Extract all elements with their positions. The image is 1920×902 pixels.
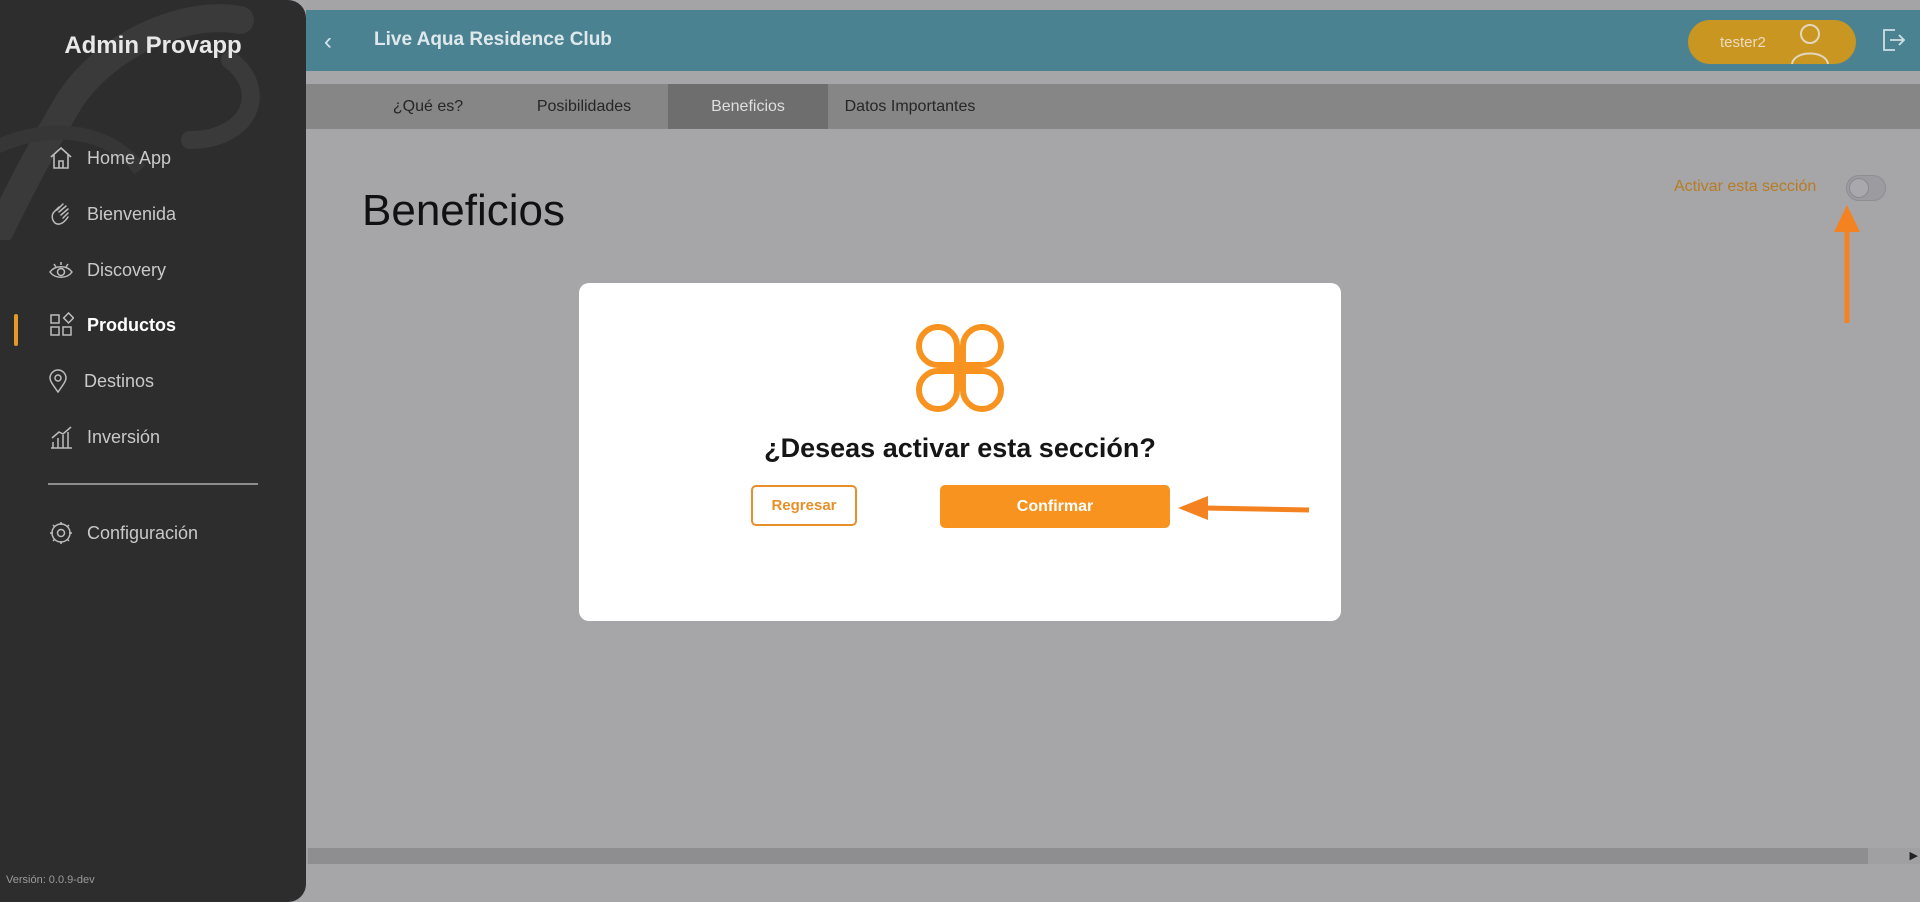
- page-title: Beneficios: [362, 186, 566, 235]
- toggle-knob: [1849, 178, 1869, 198]
- sidebar-item-label: Bienvenida: [87, 203, 177, 224]
- app-brand: Admin Provapp: [64, 32, 242, 59]
- active-indicator: [14, 314, 18, 346]
- sidebar-item-label: Inversión: [87, 426, 161, 447]
- sidebar-item-configuracion[interactable]: Configuración: [47, 519, 198, 547]
- sidebar-item-label: Productos: [87, 314, 177, 335]
- sidebar-divider: [48, 483, 258, 485]
- eye-icon: [47, 256, 75, 284]
- user-avatar-icon: [1791, 24, 1829, 64]
- sidebar-item-label: Discovery: [87, 259, 167, 280]
- username-label: tester2: [1720, 33, 1766, 51]
- back-chevron-icon[interactable]: ‹: [324, 28, 332, 56]
- dialog-question: ¿Deseas activar esta sección?: [764, 433, 1156, 463]
- grid-shapes-icon: [47, 311, 75, 339]
- scroll-right-arrow-icon[interactable]: ▶: [1910, 848, 1918, 864]
- sidebar-item-label: Home App: [87, 147, 172, 168]
- top-strip: [306, 0, 1920, 10]
- page-header-title: Live Aqua Residence Club: [374, 29, 612, 50]
- settings-icon: [47, 519, 75, 547]
- sidebar-item-destinos[interactable]: Destinos: [44, 367, 154, 395]
- sidebar-item-home-app[interactable]: Home App: [47, 144, 171, 172]
- tab-que-es[interactable]: ¿Qué es?: [366, 84, 490, 129]
- sidebar-item-productos[interactable]: Productos: [47, 311, 176, 339]
- confirm-dialog: ¿Deseas activar esta sección? Regresar C…: [579, 283, 1341, 621]
- logout-icon[interactable]: [1880, 27, 1906, 53]
- location-pin-icon: [44, 367, 72, 395]
- tab-beneficios[interactable]: Beneficios: [668, 84, 828, 129]
- activate-section-toggle[interactable]: [1846, 175, 1886, 201]
- sidebar-item-discovery[interactable]: Discovery: [47, 256, 166, 284]
- sidebar: Admin Provapp Home App Bienvenida Discov…: [0, 0, 306, 902]
- horizontal-scrollbar[interactable]: ▶: [306, 848, 1920, 864]
- waving-hand-icon: [47, 200, 75, 228]
- arrow-to-toggle-icon: [1834, 205, 1860, 323]
- tab-datos-importantes[interactable]: Datos Importantes: [830, 84, 990, 129]
- bar-chart-icon: [47, 423, 75, 451]
- sidebar-item-label: Destinos: [84, 370, 155, 391]
- activate-section-label: Activar esta sección: [1674, 178, 1817, 195]
- clover-logo-icon: [916, 324, 1004, 412]
- user-menu-button[interactable]: tester2: [1688, 20, 1856, 64]
- home-icon: [47, 144, 75, 172]
- sidebar-item-label: Configuración: [87, 522, 199, 543]
- back-button[interactable]: Regresar: [751, 485, 857, 526]
- tab-posibilidades[interactable]: Posibilidades: [514, 84, 654, 129]
- version-label: Versión: 0.0.9-dev: [6, 874, 95, 886]
- scrollbar-thumb[interactable]: [308, 848, 1868, 864]
- sidebar-item-inversion[interactable]: Inversión: [47, 423, 160, 451]
- top-bar: ‹ Live Aqua Residence Club tester2: [306, 10, 1920, 71]
- confirm-button[interactable]: Confirmar: [940, 485, 1170, 528]
- tab-bar: ¿Qué es? Posibilidades Beneficios Datos …: [306, 84, 1920, 129]
- sidebar-item-bienvenida[interactable]: Bienvenida: [47, 200, 176, 228]
